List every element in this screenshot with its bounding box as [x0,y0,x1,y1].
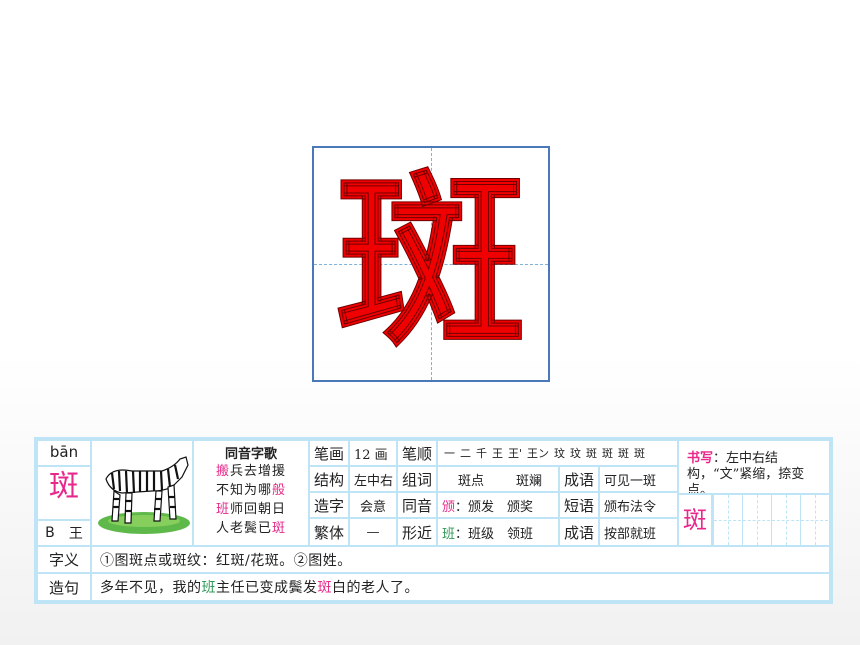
song-line: 班师回朝日 [215,502,287,517]
structure-label: 结构 [310,467,348,491]
similar-label: 形近 [398,519,436,545]
song-line: 不知为哪般 [215,483,287,498]
stroke-order: 一二千王王' 王ン玟玟斑斑斑斑 [438,441,677,465]
stroke-order-label: 笔顺 [398,441,436,465]
idiom-label-2: 成语 [560,519,598,545]
song-title: 同音字歌 [224,447,277,462]
phrase-value: 颁布法令 [600,493,677,517]
writing-tip: 书写：左中右结构，“文”紧缩，捺变点。 [679,441,829,493]
idiom-value-2: 按部就班 [600,519,677,545]
example-sentence: 多年不见，我的班主任已变成鬓发斑白的老人了。 [92,574,829,600]
character-info-card: bān 斑 B 王 同音字歌 搬兵去增援 不知为哪般 班师回朝日 人老鬓已斑 笔… [34,437,833,604]
strokes-label: 笔画 [310,441,348,465]
idiom-value: 可见一斑 [600,467,677,491]
zebra-image [92,441,192,545]
traditional-value: — [350,519,396,545]
homophone-song: 同音字歌 搬兵去增援 不知为哪般 班师回朝日 人老鬓已斑 [194,441,308,545]
practice-cell: 斑 [679,495,711,545]
words-value: 斑点 斑斓 [438,467,558,491]
meaning-label: 字义 [38,547,90,572]
idiom-label: 成语 [560,467,598,491]
formation-value: 会意 [350,493,396,517]
homophone-label: 同音 [398,493,436,517]
strokes-value: 12 画 [350,441,396,465]
zebra-icon [98,456,190,534]
pinyin: bān [38,441,90,465]
practice-character: 斑 [683,506,707,534]
radical-cell: B 王 [38,521,90,545]
structure-value: 左中右 [350,467,396,491]
song-line: 人老鬓已斑 [215,521,287,536]
grid-cell [713,495,741,545]
character-practice-box: 斑 [312,146,550,382]
sentence-label: 造句 [38,574,90,600]
traditional-label: 繁体 [310,519,348,545]
practice-grid [713,495,829,545]
grid-cell [800,495,828,545]
meaning-text: ①图斑点或斑纹：红斑/花斑。②图姓。 [92,547,829,572]
song-line: 搬兵去增援 [215,464,287,479]
hero-character: 斑 [38,467,90,519]
phrase-label: 短语 [560,493,598,517]
homophone-value: 颁：颁发 颁奖 [438,493,558,517]
words-label: 组词 [398,467,436,491]
radical: 王 [68,526,83,542]
big-character: 斑 [335,150,526,373]
grid-cell [742,495,770,545]
similar-value: 班：班级 领班 [438,519,558,545]
formation-label: 造字 [310,493,348,517]
grid-cell [771,495,799,545]
radical-letter: B [45,525,55,541]
